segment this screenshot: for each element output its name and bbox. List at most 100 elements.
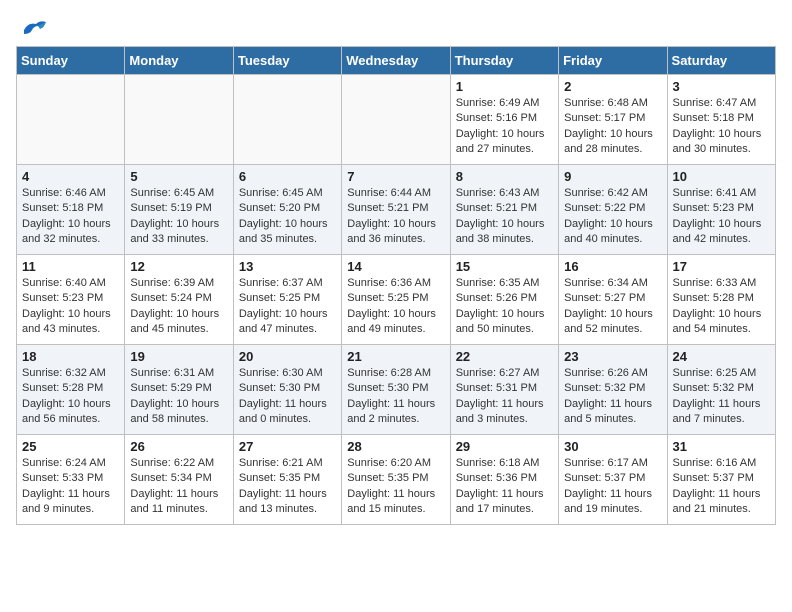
calendar-cell bbox=[342, 75, 450, 165]
day-info: Sunrise: 6:40 AM Sunset: 5:23 PM Dayligh… bbox=[22, 276, 119, 338]
day-info: Sunrise: 6:49 AM Sunset: 5:16 PM Dayligh… bbox=[456, 96, 553, 158]
calendar-cell: 15 Sunrise: 6:35 AM Sunset: 5:26 PM Dayli… bbox=[450, 255, 558, 345]
day-number: 3 bbox=[673, 79, 770, 94]
calendar-cell: 27 Sunrise: 6:21 AM Sunset: 5:35 PM Dayli… bbox=[233, 435, 341, 525]
day-number: 4 bbox=[22, 169, 119, 184]
day-info: Sunrise: 6:45 AM Sunset: 5:20 PM Dayligh… bbox=[239, 186, 336, 248]
day-number: 13 bbox=[239, 259, 336, 274]
day-info: Sunrise: 6:25 AM Sunset: 5:32 PM Dayligh… bbox=[673, 366, 770, 428]
day-number: 9 bbox=[564, 169, 661, 184]
calendar-header-row: SundayMondayTuesdayWednesdayThursdayFrid… bbox=[17, 47, 776, 75]
calendar-week-row: 18Sunrise: 6:32 AM Sunset: 5:28 PM Dayli… bbox=[17, 345, 776, 435]
calendar-day-header: Sunday bbox=[17, 47, 125, 75]
day-number: 1 bbox=[456, 79, 553, 94]
calendar-cell: 10 Sunrise: 6:41 AM Sunset: 5:23 PM Dayli… bbox=[667, 165, 775, 255]
day-number: 29 bbox=[456, 439, 553, 454]
day-number: 14 bbox=[347, 259, 444, 274]
day-number: 19 bbox=[130, 349, 227, 364]
day-number: 28 bbox=[347, 439, 444, 454]
day-number: 10 bbox=[673, 169, 770, 184]
calendar-cell: 17 Sunrise: 6:33 AM Sunset: 5:28 PM Dayli… bbox=[667, 255, 775, 345]
day-number: 25 bbox=[22, 439, 119, 454]
day-info: Sunrise: 6:28 AM Sunset: 5:30 PM Dayligh… bbox=[347, 366, 444, 428]
day-info: Sunrise: 6:16 AM Sunset: 5:37 PM Dayligh… bbox=[673, 456, 770, 518]
calendar-cell: 7 Sunrise: 6:44 AM Sunset: 5:21 PM Daylig… bbox=[342, 165, 450, 255]
logo bbox=[16, 16, 50, 38]
day-number: 18 bbox=[22, 349, 119, 364]
calendar-week-row: 25Sunrise: 6:24 AM Sunset: 5:33 PM Dayli… bbox=[17, 435, 776, 525]
calendar-cell: 1 Sunrise: 6:49 AM Sunset: 5:16 PM Daylig… bbox=[450, 75, 558, 165]
calendar-cell: 16 Sunrise: 6:34 AM Sunset: 5:27 PM Dayli… bbox=[559, 255, 667, 345]
day-number: 23 bbox=[564, 349, 661, 364]
calendar-week-row: 4 Sunrise: 6:46 AM Sunset: 5:18 PM Daylig… bbox=[17, 165, 776, 255]
calendar-cell: 9Sunrise: 6:42 AM Sunset: 5:22 PM Daylig… bbox=[559, 165, 667, 255]
day-info: Sunrise: 6:43 AM Sunset: 5:21 PM Dayligh… bbox=[456, 186, 553, 248]
day-number: 17 bbox=[673, 259, 770, 274]
logo-bird-icon bbox=[20, 16, 48, 38]
day-info: Sunrise: 6:48 AM Sunset: 5:17 PM Dayligh… bbox=[564, 96, 661, 158]
day-info: Sunrise: 6:33 AM Sunset: 5:28 PM Dayligh… bbox=[673, 276, 770, 338]
day-info: Sunrise: 6:39 AM Sunset: 5:24 PM Dayligh… bbox=[130, 276, 227, 338]
calendar-cell bbox=[233, 75, 341, 165]
calendar-cell bbox=[17, 75, 125, 165]
day-info: Sunrise: 6:44 AM Sunset: 5:21 PM Dayligh… bbox=[347, 186, 444, 248]
day-info: Sunrise: 6:26 AM Sunset: 5:32 PM Dayligh… bbox=[564, 366, 661, 428]
calendar-cell: 2 Sunrise: 6:48 AM Sunset: 5:17 PM Daylig… bbox=[559, 75, 667, 165]
calendar-cell: 13 Sunrise: 6:37 AM Sunset: 5:25 PM Dayli… bbox=[233, 255, 341, 345]
day-number: 22 bbox=[456, 349, 553, 364]
calendar-day-header: Wednesday bbox=[342, 47, 450, 75]
calendar-cell: 30 Sunrise: 6:17 AM Sunset: 5:37 PM Dayli… bbox=[559, 435, 667, 525]
day-info: Sunrise: 6:34 AM Sunset: 5:27 PM Dayligh… bbox=[564, 276, 661, 338]
day-number: 30 bbox=[564, 439, 661, 454]
calendar-table: SundayMondayTuesdayWednesdayThursdayFrid… bbox=[16, 46, 776, 525]
day-number: 6 bbox=[239, 169, 336, 184]
day-number: 8 bbox=[456, 169, 553, 184]
calendar-cell: 19 Sunrise: 6:31 AM Sunset: 5:29 PM Dayli… bbox=[125, 345, 233, 435]
day-number: 16 bbox=[564, 259, 661, 274]
day-number: 24 bbox=[673, 349, 770, 364]
calendar-cell: 21 Sunrise: 6:28 AM Sunset: 5:30 PM Dayli… bbox=[342, 345, 450, 435]
day-info: Sunrise: 6:47 AM Sunset: 5:18 PM Dayligh… bbox=[673, 96, 770, 158]
calendar-cell: 22 Sunrise: 6:27 AM Sunset: 5:31 PM Dayli… bbox=[450, 345, 558, 435]
day-info: Sunrise: 6:37 AM Sunset: 5:25 PM Dayligh… bbox=[239, 276, 336, 338]
day-info: Sunrise: 6:21 AM Sunset: 5:35 PM Dayligh… bbox=[239, 456, 336, 518]
page-header bbox=[16, 16, 776, 38]
day-number: 15 bbox=[456, 259, 553, 274]
calendar-day-header: Thursday bbox=[450, 47, 558, 75]
calendar-day-header: Tuesday bbox=[233, 47, 341, 75]
calendar-day-header: Friday bbox=[559, 47, 667, 75]
day-info: Sunrise: 6:41 AM Sunset: 5:23 PM Dayligh… bbox=[673, 186, 770, 248]
calendar-week-row: 1 Sunrise: 6:49 AM Sunset: 5:16 PM Daylig… bbox=[17, 75, 776, 165]
day-number: 26 bbox=[130, 439, 227, 454]
day-info: Sunrise: 6:22 AM Sunset: 5:34 PM Dayligh… bbox=[130, 456, 227, 518]
day-info: Sunrise: 6:45 AM Sunset: 5:19 PM Dayligh… bbox=[130, 186, 227, 248]
day-number: 20 bbox=[239, 349, 336, 364]
day-number: 21 bbox=[347, 349, 444, 364]
calendar-cell: 5 Sunrise: 6:45 AM Sunset: 5:19 PM Daylig… bbox=[125, 165, 233, 255]
calendar-cell: 4 Sunrise: 6:46 AM Sunset: 5:18 PM Daylig… bbox=[17, 165, 125, 255]
calendar-cell: 28Sunrise: 6:20 AM Sunset: 5:35 PM Dayli… bbox=[342, 435, 450, 525]
calendar-cell: 18Sunrise: 6:32 AM Sunset: 5:28 PM Dayli… bbox=[17, 345, 125, 435]
day-number: 11 bbox=[22, 259, 119, 274]
day-number: 7 bbox=[347, 169, 444, 184]
calendar-cell: 29 Sunrise: 6:18 AM Sunset: 5:36 PM Dayli… bbox=[450, 435, 558, 525]
calendar-cell: 25Sunrise: 6:24 AM Sunset: 5:33 PM Dayli… bbox=[17, 435, 125, 525]
calendar-cell: 6 Sunrise: 6:45 AM Sunset: 5:20 PM Daylig… bbox=[233, 165, 341, 255]
day-number: 5 bbox=[130, 169, 227, 184]
day-info: Sunrise: 6:27 AM Sunset: 5:31 PM Dayligh… bbox=[456, 366, 553, 428]
day-number: 27 bbox=[239, 439, 336, 454]
day-info: Sunrise: 6:46 AM Sunset: 5:18 PM Dayligh… bbox=[22, 186, 119, 248]
calendar-cell: 23 Sunrise: 6:26 AM Sunset: 5:32 PM Dayli… bbox=[559, 345, 667, 435]
calendar-cell: 11 Sunrise: 6:40 AM Sunset: 5:23 PM Dayli… bbox=[17, 255, 125, 345]
calendar-cell: 20Sunrise: 6:30 AM Sunset: 5:30 PM Dayli… bbox=[233, 345, 341, 435]
calendar-cell: 8 Sunrise: 6:43 AM Sunset: 5:21 PM Daylig… bbox=[450, 165, 558, 255]
day-info: Sunrise: 6:35 AM Sunset: 5:26 PM Dayligh… bbox=[456, 276, 553, 338]
calendar-day-header: Saturday bbox=[667, 47, 775, 75]
day-number: 2 bbox=[564, 79, 661, 94]
day-info: Sunrise: 6:18 AM Sunset: 5:36 PM Dayligh… bbox=[456, 456, 553, 518]
calendar-week-row: 11 Sunrise: 6:40 AM Sunset: 5:23 PM Dayli… bbox=[17, 255, 776, 345]
day-info: Sunrise: 6:31 AM Sunset: 5:29 PM Dayligh… bbox=[130, 366, 227, 428]
day-info: Sunrise: 6:17 AM Sunset: 5:37 PM Dayligh… bbox=[564, 456, 661, 518]
day-number: 31 bbox=[673, 439, 770, 454]
calendar-cell: 3 Sunrise: 6:47 AM Sunset: 5:18 PM Daylig… bbox=[667, 75, 775, 165]
